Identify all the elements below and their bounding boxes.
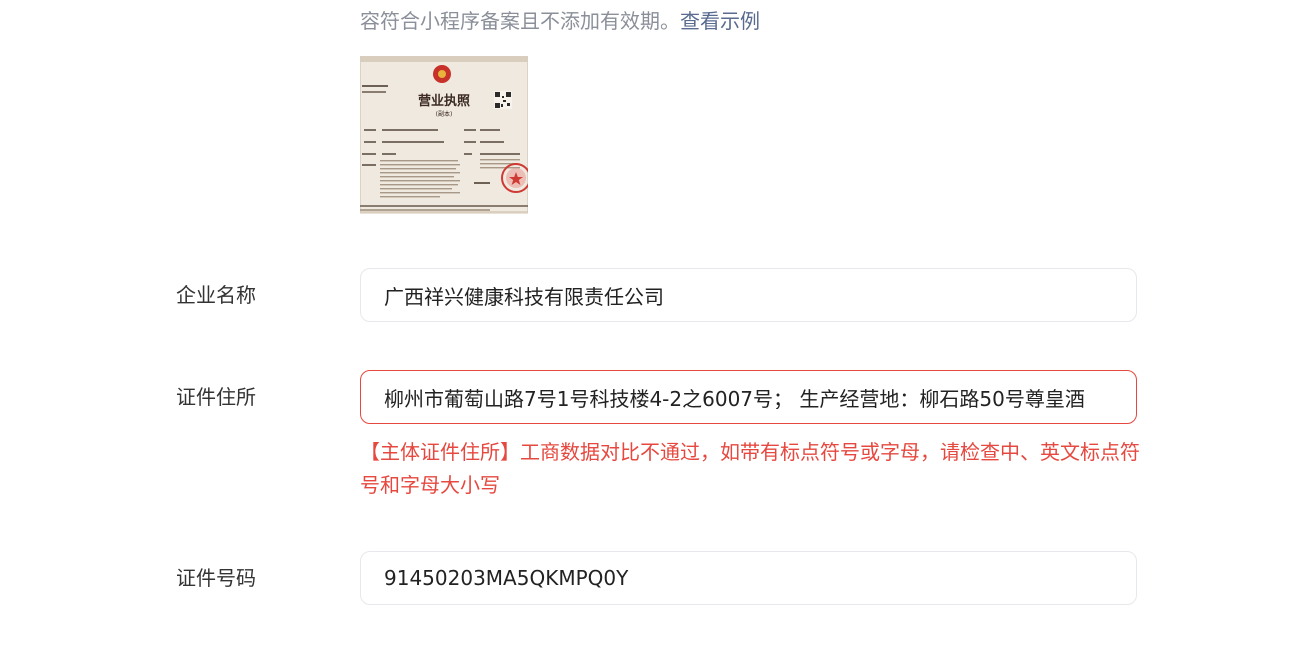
qr-code-icon (494, 91, 512, 109)
hint-text: 容符合小程序备案且不添加有效期。 (360, 9, 680, 33)
address-field[interactable] (360, 370, 1137, 424)
id-number-input[interactable] (384, 566, 1113, 590)
upload-hint: 容符合小程序备案且不添加有效期。查看示例 (360, 6, 760, 36)
address-label: 证件住所 (176, 385, 256, 409)
business-license-image[interactable]: 营业执照 (副本) (360, 56, 528, 214)
license-subtitle: (副本) (436, 110, 453, 118)
registration-form: 容符合小程序备案且不添加有效期。查看示例 营业执照 (副本) 企业名称 广西祥兴… (0, 0, 1292, 664)
company-name-field[interactable] (360, 268, 1137, 322)
license-illustration: 营业执照 (副本) (360, 56, 528, 214)
id-number-label: 证件号码 (176, 566, 256, 590)
id-number-field[interactable] (360, 551, 1137, 605)
address-input[interactable] (384, 385, 1113, 409)
company-name-label: 企业名称 (176, 283, 256, 307)
license-title: 营业执照 (418, 93, 470, 109)
company-name-input[interactable] (384, 283, 1113, 307)
view-example-link[interactable]: 查看示例 (680, 9, 760, 33)
address-error-message: 【主体证件住所】工商数据对比不通过，如带有标点符号或字母，请检查中、英文标点符号… (360, 440, 1140, 497)
